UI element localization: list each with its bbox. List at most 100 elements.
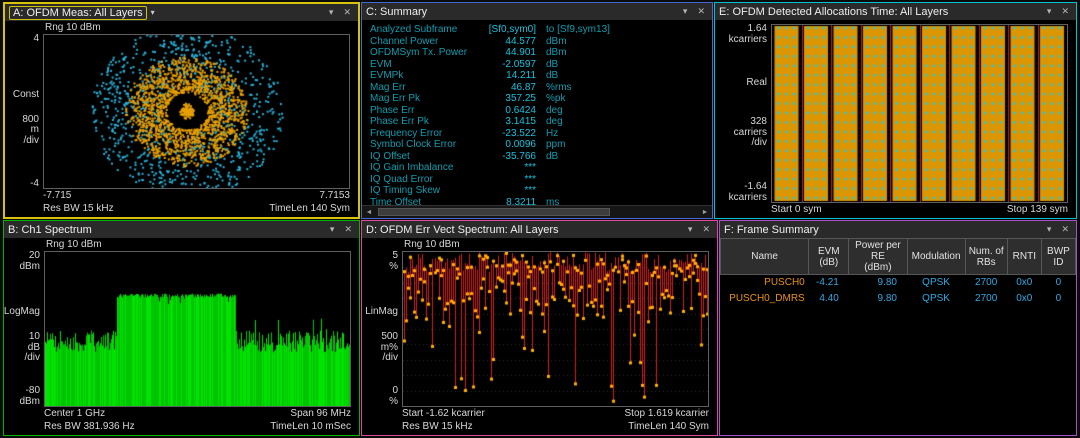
summary-unit: Hz bbox=[546, 128, 558, 140]
window-menu-icon[interactable]: ▾ bbox=[1044, 4, 1055, 19]
summary-row: EVMPk14.211dB bbox=[370, 70, 712, 82]
range-label: Rng 10 dBm bbox=[46, 238, 359, 251]
scroll-left-icon[interactable]: ◄ bbox=[362, 206, 376, 219]
y-axis-min: -1.64 kcarriers bbox=[729, 182, 767, 203]
summary-unit: to [Sf9,sym13] bbox=[546, 24, 610, 36]
panel-f-frame-summary: F: Frame Summary ▾ ✕ NameEVM (dB)Power p… bbox=[719, 220, 1077, 436]
scrollbar-track[interactable] bbox=[376, 206, 698, 218]
close-icon[interactable]: ✕ bbox=[340, 5, 354, 20]
panel-b-titlebar[interactable]: B: Ch1 Spectrum ▾ ✕ bbox=[4, 221, 359, 238]
y-axis-min: 0 % bbox=[389, 386, 398, 407]
panel-a-title: A: OFDM Meas: All Layers bbox=[9, 6, 147, 20]
table-row[interactable]: PUSCH0_DMRS4.409.80QPSK27000x00 bbox=[721, 291, 1076, 307]
summary-row: Phase Err0.6424deg bbox=[370, 105, 712, 117]
allocations-plot bbox=[771, 24, 1068, 203]
column-header[interactable]: Modulation bbox=[907, 239, 965, 275]
table-cell: 9.80 bbox=[849, 275, 907, 292]
summary-label: Mag Err bbox=[370, 82, 478, 94]
center-freq-label: Center 1 GHz bbox=[44, 407, 105, 420]
scrollbar-thumb[interactable] bbox=[378, 208, 610, 216]
x-axis-stop: Stop 139 sym bbox=[1007, 203, 1068, 216]
close-icon[interactable]: ✕ bbox=[1058, 222, 1072, 237]
summary-label: IQ Offset bbox=[370, 151, 478, 163]
summary-unit: ppm bbox=[546, 139, 565, 151]
span-label: Span 96 MHz bbox=[290, 407, 351, 420]
panel-a-ofdm-meas: A: OFDM Meas: All Layers ▾ ▾ ✕ Rng 10 dB… bbox=[3, 2, 360, 219]
y-axis-labels: 20 dBm LogMag 10 dB /div -80 dBm bbox=[4, 251, 44, 407]
spectrum-canvas[interactable] bbox=[45, 252, 350, 406]
column-header[interactable]: BWP ID bbox=[1041, 239, 1075, 275]
err-vect-canvas[interactable] bbox=[403, 252, 708, 406]
y-axis-format: Const bbox=[13, 90, 39, 101]
y-axis-max: 4 bbox=[33, 34, 39, 45]
summary-value: 46.87 bbox=[478, 82, 536, 94]
summary-label: Phase Err Pk bbox=[370, 116, 478, 128]
summary-label: OFDMSym Tx. Power bbox=[370, 47, 478, 59]
close-icon[interactable]: ✕ bbox=[699, 222, 713, 237]
column-header[interactable]: Name bbox=[721, 239, 809, 275]
summary-row: Mag Err46.87 %rms bbox=[370, 82, 712, 94]
vsa-application-window: A: OFDM Meas: All Layers ▾ ▾ ✕ Rng 10 dB… bbox=[0, 0, 1080, 438]
summary-value: 0.6424 bbox=[478, 105, 536, 117]
panel-c-titlebar[interactable]: C: Summary ▾ ✕ bbox=[362, 3, 712, 20]
allocations-canvas[interactable] bbox=[772, 25, 1067, 202]
window-menu-icon[interactable]: ▾ bbox=[685, 222, 696, 237]
close-icon[interactable]: ✕ bbox=[341, 222, 355, 237]
summary-value: 14.211 bbox=[478, 70, 536, 82]
constellation-canvas[interactable] bbox=[44, 35, 349, 188]
column-header[interactable]: EVM (dB) bbox=[809, 239, 849, 275]
range-label: Rng 10 dBm bbox=[45, 21, 358, 34]
horizontal-scrollbar[interactable]: ◄ ► bbox=[362, 205, 712, 218]
summary-unit: dB bbox=[546, 59, 558, 71]
x-axis-min: -7.715 bbox=[43, 189, 71, 202]
summary-unit: deg bbox=[546, 116, 563, 128]
column-header[interactable]: RNTI bbox=[1007, 239, 1041, 275]
panel-c-title: C: Summary bbox=[366, 6, 427, 18]
x-axis-stop: Stop 1.619 kcarrier bbox=[625, 407, 710, 420]
table-cell: 0 bbox=[1041, 275, 1075, 292]
dropdown-caret-icon[interactable]: ▾ bbox=[151, 8, 155, 17]
summary-value: -2.0597 bbox=[478, 59, 536, 71]
summary-unit: dBm bbox=[546, 36, 567, 48]
panel-a-titlebar[interactable]: A: OFDM Meas: All Layers ▾ ▾ ✕ bbox=[5, 4, 358, 21]
summary-unit: %rms bbox=[546, 82, 572, 94]
table-cell: 2700 bbox=[965, 291, 1007, 307]
table-cell: -4.21 bbox=[809, 275, 849, 292]
table-cell: 9.80 bbox=[849, 291, 907, 307]
panel-f-titlebar[interactable]: F: Frame Summary ▾ ✕ bbox=[720, 221, 1076, 238]
table-cell: 0 bbox=[1041, 291, 1075, 307]
column-header[interactable]: Power per RE (dBm) bbox=[849, 239, 907, 275]
summary-row: IQ Quad Error*** bbox=[370, 174, 712, 186]
close-icon[interactable]: ✕ bbox=[694, 4, 708, 19]
column-header[interactable]: Num. of RBs bbox=[965, 239, 1007, 275]
y-axis-format: LogMag bbox=[4, 307, 40, 318]
y-axis-scale: 500 m% /div bbox=[381, 332, 398, 364]
panel-d-titlebar[interactable]: D: OFDM Err Vect Spectrum: All Layers ▾ … bbox=[362, 221, 717, 238]
window-menu-icon[interactable]: ▾ bbox=[680, 4, 691, 19]
summary-value: *** bbox=[478, 185, 536, 197]
panel-e-titlebar[interactable]: E: OFDM Detected Allocations Time: All L… bbox=[715, 3, 1076, 20]
table-row[interactable]: PUSCH0-4.219.80QPSK27000x00 bbox=[721, 275, 1076, 292]
x-axis-start: Start 0 sym bbox=[771, 203, 822, 216]
y-axis-labels: 1.64 kcarriers Real 328 carriers /div -1… bbox=[715, 24, 771, 203]
table-cell: 4.40 bbox=[809, 291, 849, 307]
panel-f-title: F: Frame Summary bbox=[724, 224, 819, 236]
panel-b-title: B: Ch1 Spectrum bbox=[8, 224, 92, 236]
res-bw-label: Res BW 15 kHz bbox=[402, 420, 473, 433]
summary-label: Analyzed Subframe bbox=[370, 24, 478, 36]
summary-unit: %pk bbox=[546, 93, 565, 105]
y-axis-format: LinMag bbox=[365, 307, 398, 318]
summary-label: IQ Timing Skew bbox=[370, 185, 478, 197]
table-cell: 0x0 bbox=[1007, 275, 1041, 292]
summary-label: Channel Power bbox=[370, 36, 478, 48]
summary-row: IQ Gain Imbalance*** bbox=[370, 162, 712, 174]
summary-row: Analyzed Subframe[Sf0,sym0]to [Sf9,sym13… bbox=[370, 24, 712, 36]
window-menu-icon[interactable]: ▾ bbox=[326, 5, 337, 20]
window-menu-icon[interactable]: ▾ bbox=[1044, 222, 1055, 237]
close-icon[interactable]: ✕ bbox=[1058, 4, 1072, 19]
window-menu-icon[interactable]: ▾ bbox=[327, 222, 338, 237]
x-axis-max: 7.7153 bbox=[319, 189, 350, 202]
scroll-right-icon[interactable]: ► bbox=[698, 206, 712, 219]
summary-row: Mag Err Pk357.25%pk bbox=[370, 93, 712, 105]
summary-value: 44.901 bbox=[478, 47, 536, 59]
